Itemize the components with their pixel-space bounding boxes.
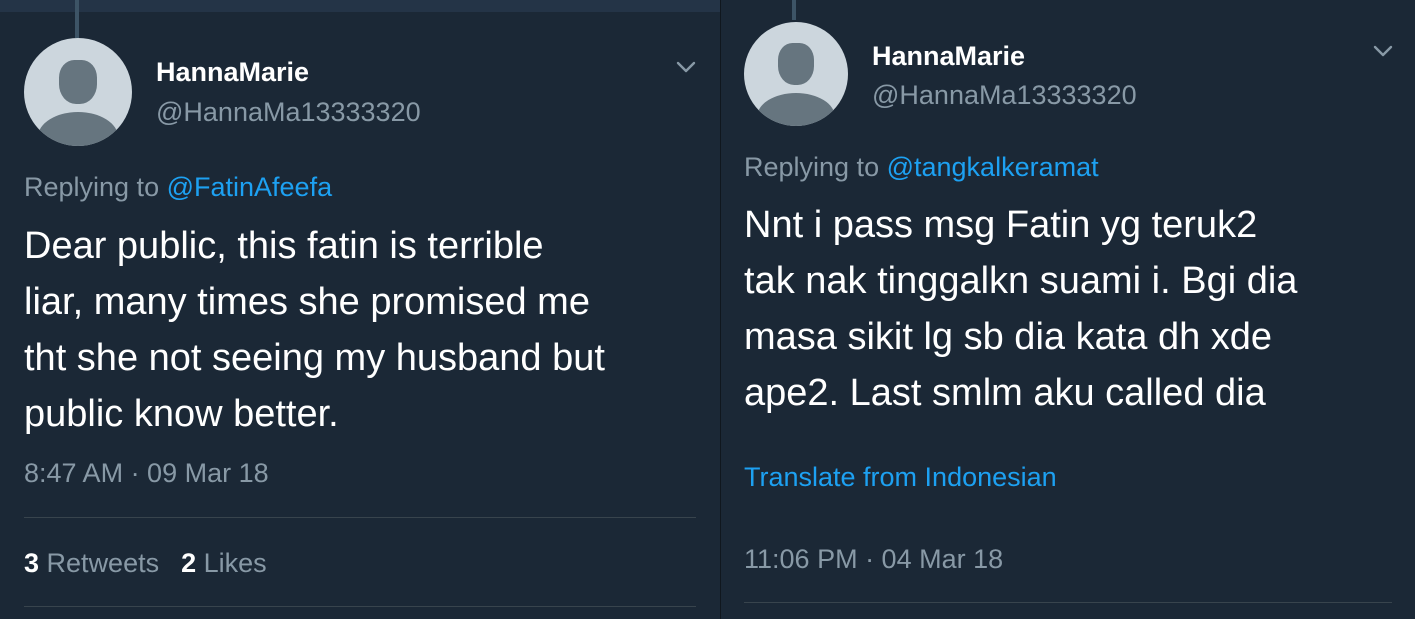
avatar[interactable]	[744, 22, 848, 126]
tweet-text-line: liar, many times she promised me	[24, 281, 590, 323]
retweets-label: Retweets	[46, 548, 160, 578]
replying-to-line: Replying to @tangkalkeramat	[744, 152, 1099, 183]
chevron-down-icon[interactable]	[675, 56, 697, 78]
screenshot-composite: HannaMarie @HannaMa13333320 Replying to …	[0, 0, 1415, 619]
replying-to-line: Replying to @FatinAfeefa	[24, 172, 332, 203]
user-handle[interactable]: @HannaMa13333320	[156, 97, 421, 128]
thread-connector-line	[75, 0, 79, 38]
default-avatar-icon	[778, 43, 814, 85]
tweet-text: Dear public, this fatin is terrible liar…	[24, 218, 605, 442]
translate-link[interactable]: Translate from Indonesian	[744, 462, 1057, 493]
tweet-text-line: masa sikit lg sb dia kata dh xde	[744, 316, 1273, 358]
tweet-text-line: Dear public, this fatin is terrible	[24, 225, 544, 267]
user-handle[interactable]: @HannaMa13333320	[872, 80, 1137, 111]
mention-link[interactable]: @FatinAfeefa	[167, 172, 333, 202]
tweet-text-line: ape2. Last smlm aku called dia	[744, 372, 1266, 414]
engagement-stats: 3 Retweets 2 Likes	[24, 548, 267, 579]
retweets-count: 3	[24, 548, 40, 578]
default-avatar-body	[38, 112, 118, 146]
divider	[24, 606, 696, 607]
tweet-text: Nnt i pass msg Fatin yg teruk2 tak nak t…	[744, 197, 1297, 421]
divider	[24, 517, 696, 518]
tweet-panel-left: HannaMarie @HannaMa13333320 Replying to …	[0, 0, 720, 619]
tweet-timestamp[interactable]: 8:47 AM · 09 Mar 18	[24, 458, 269, 489]
replying-to-label: Replying to	[24, 172, 167, 202]
tweet-panel-right: HannaMarie @HannaMa13333320 Replying to …	[720, 0, 1415, 619]
mention-link[interactable]: @tangkalkeramat	[887, 152, 1099, 182]
tweet-text-line: Nnt i pass msg Fatin yg teruk2	[744, 204, 1258, 246]
thread-connector-line	[792, 0, 796, 20]
default-avatar-body	[757, 93, 835, 126]
divider	[744, 602, 1392, 603]
likes-label: Likes	[203, 548, 267, 578]
parent-tweet-edge	[0, 0, 720, 12]
tweet-text-line: tak nak tinggalkn suami i. Bgi dia	[744, 260, 1298, 302]
replying-to-label: Replying to	[744, 152, 887, 182]
avatar[interactable]	[24, 38, 132, 146]
tweet-text-line: public know better.	[24, 393, 339, 435]
retweets-stat[interactable]: 3 Retweets	[24, 548, 159, 578]
likes-count: 2	[181, 548, 197, 578]
tweet-text-line: tht she not seeing my husband but	[24, 337, 605, 379]
default-avatar-icon	[59, 60, 97, 104]
tweet-timestamp[interactable]: 11:06 PM · 04 Mar 18	[744, 544, 1003, 575]
display-name[interactable]: HannaMarie	[156, 57, 309, 88]
chevron-down-icon[interactable]	[1372, 40, 1394, 62]
likes-stat[interactable]: 2 Likes	[181, 548, 267, 578]
display-name[interactable]: HannaMarie	[872, 41, 1025, 72]
